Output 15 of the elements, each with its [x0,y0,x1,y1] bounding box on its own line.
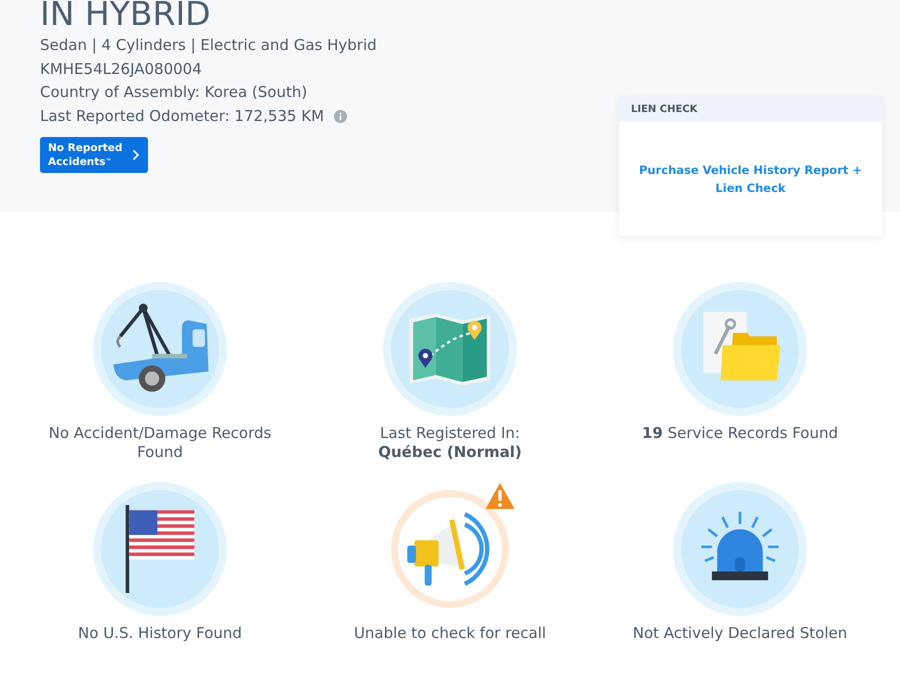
chevron-icon [132,149,140,162]
info-icon[interactable] [334,110,348,123]
vehicle-detail: KMHE54L26JA080004 [40,58,202,80]
record-summary: 19 Service Records Found [642,424,838,443]
vehicle-title: IN HYBRID [40,0,212,28]
record-summary: Last Registered In: Québec (Normal) [378,424,522,462]
vehicle-detail: Last Reported Odometer: 172,535 KM [40,106,324,126]
record-summary: No Accident/Damage Records Found [48,424,272,462]
purchase-report-link[interactable]: Purchase Vehicle History Report + Lien Check [629,161,872,197]
vehicle-detail: Sedan | 4 Cylinders | Electric and Gas Hybrid [40,35,377,56]
record-summary: Not Actively Declared Stolen [632,624,848,643]
record-summary: Unable to check for recall [354,624,546,643]
card-header: LIEN CHECK [619,97,882,122]
record-summary: No U.S. History Found [78,624,242,643]
vehicle-detail: Country of Assembly: Korea (South) [40,82,308,103]
